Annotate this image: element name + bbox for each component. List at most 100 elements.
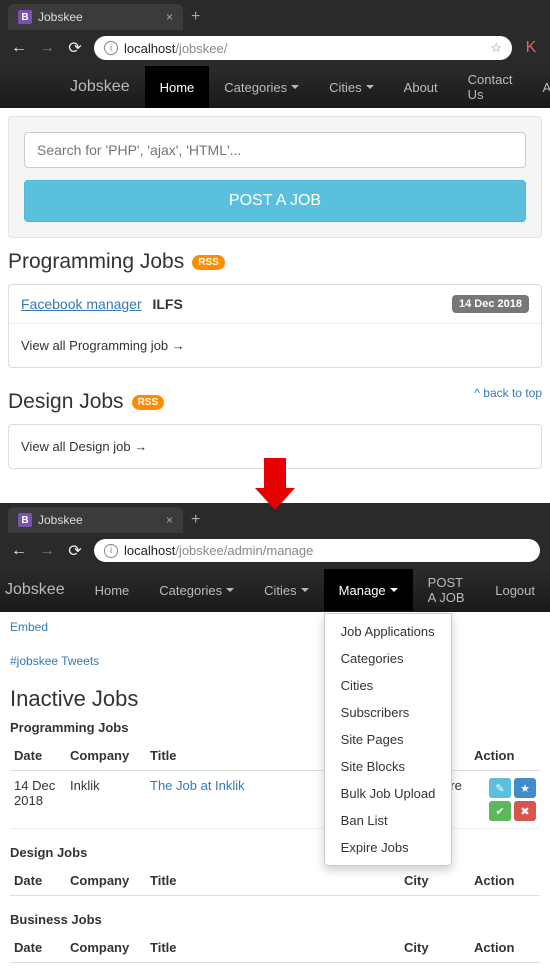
- close-tab-icon[interactable]: ×: [166, 10, 173, 24]
- manage-menu-item[interactable]: Categories: [325, 645, 452, 672]
- favicon: B: [18, 10, 32, 24]
- bookmark-icon[interactable]: ☆: [490, 40, 502, 56]
- cell-company: Inklik: [66, 771, 146, 829]
- tab-title: Jobskee: [38, 10, 83, 24]
- col-company: Company: [66, 866, 146, 896]
- cat-heading-programming: Programming Jobs: [10, 720, 540, 735]
- url-input[interactable]: i localhost/jobskee/admin/manage: [94, 539, 540, 562]
- nav-manage[interactable]: Manage Job ApplicationsCategoriesCitiesS…: [324, 569, 413, 611]
- new-tab-button[interactable]: +: [183, 4, 208, 30]
- browser-tab[interactable]: B Jobskee ×: [8, 4, 183, 30]
- manage-menu-item[interactable]: Ban List: [325, 807, 452, 834]
- manage-menu-item[interactable]: Expire Jobs: [325, 834, 452, 861]
- browser-tab[interactable]: B Jobskee ×: [8, 507, 183, 533]
- col-action: Action: [470, 866, 540, 896]
- col-company: Company: [66, 933, 146, 963]
- nav-contact[interactable]: Contact Us: [453, 66, 528, 108]
- col-title: Title: [146, 933, 400, 963]
- cat-heading-design: Design Jobs: [10, 845, 540, 860]
- design-table: Date Company Title City Action: [10, 866, 540, 896]
- section-title-programming: Programming Jobs RSS: [0, 246, 550, 278]
- post-job-button[interactable]: POST A JOB: [24, 180, 526, 222]
- col-action: Action: [470, 933, 540, 963]
- table-row: 14 Dec 2018 Inklik The Job at Inklik Any…: [10, 771, 540, 829]
- col-action: Action: [470, 741, 540, 771]
- arrow-down-icon: [255, 458, 295, 513]
- manage-menu-item[interactable]: Subscribers: [325, 699, 452, 726]
- cell-title-link[interactable]: The Job at Inklik: [150, 778, 245, 793]
- view-all-link[interactable]: View all Programming job →: [9, 324, 541, 367]
- forward-button[interactable]: →: [38, 39, 56, 57]
- col-date: Date: [10, 866, 66, 896]
- manage-menu-item[interactable]: Site Blocks: [325, 753, 452, 780]
- back-to-top-link[interactable]: ^ back to top: [466, 386, 550, 400]
- reload-button[interactable]: ⟳: [66, 541, 84, 561]
- reload-button[interactable]: ⟳: [66, 38, 84, 58]
- job-row: Facebook manager ILFS 14 Dec 2018: [9, 285, 541, 324]
- url-input[interactable]: i localhost/jobskee/ ☆: [94, 36, 512, 60]
- chevron-down-icon: [291, 85, 299, 89]
- page-title: Inactive Jobs: [10, 686, 540, 712]
- back-button[interactable]: ←: [10, 542, 28, 560]
- address-bar-2: ← → ⟳ i localhost/jobskee/admin/manage: [0, 533, 550, 568]
- business-table: Date Company Title City Action: [10, 933, 540, 963]
- nav-cities[interactable]: Cities: [249, 569, 324, 611]
- cell-date: 14 Dec 2018: [10, 771, 66, 829]
- site-info-icon[interactable]: i: [104, 41, 118, 55]
- nav-home[interactable]: Home: [145, 66, 210, 108]
- new-tab-button[interactable]: +: [183, 507, 208, 533]
- rss-badge[interactable]: RSS: [192, 255, 225, 270]
- manage-menu-item[interactable]: Bulk Job Upload: [325, 780, 452, 807]
- action-buttons: ✎ ★ ✔ ✖: [474, 778, 536, 821]
- close-tab-icon[interactable]: ×: [166, 513, 173, 527]
- programming-table: Date Company Title City Action 14 Dec 20…: [10, 741, 540, 829]
- manage-menu-item[interactable]: Job Applications: [325, 618, 452, 645]
- nav-admin[interactable]: Admin: [527, 66, 550, 108]
- nav-about[interactable]: About: [389, 66, 453, 108]
- table-header-row: Date Company Title City Action: [10, 866, 540, 896]
- search-well: POST A JOB: [8, 116, 542, 238]
- main-navbar: Jobskee Home Categories Cities About Con…: [0, 66, 550, 108]
- nav-logout[interactable]: Logout: [480, 569, 550, 611]
- browser-tabs-bar: B Jobskee × +: [0, 0, 550, 30]
- nav-categories[interactable]: Categories: [144, 569, 249, 611]
- profile-icon[interactable]: K: [522, 39, 540, 57]
- section-title-design: Design Jobs RSS: [0, 386, 172, 418]
- tweets-link[interactable]: #jobskee Tweets: [10, 654, 540, 668]
- col-title: Title: [146, 866, 400, 896]
- tab-title: Jobskee: [38, 513, 83, 527]
- search-input[interactable]: [24, 132, 526, 168]
- star-button[interactable]: ★: [514, 778, 536, 798]
- nav-cities[interactable]: Cities: [314, 66, 389, 108]
- col-company: Company: [66, 741, 146, 771]
- table-header-row: Date Company Title City Action: [10, 933, 540, 963]
- nav-post-job[interactable]: POST A JOB: [413, 569, 481, 611]
- table-header-row: Date Company Title City Action: [10, 741, 540, 771]
- rss-badge[interactable]: RSS: [132, 395, 165, 410]
- approve-button[interactable]: ✔: [489, 801, 511, 821]
- manage-menu-item[interactable]: Site Pages: [325, 726, 452, 753]
- favicon: B: [18, 513, 32, 527]
- nav-categories[interactable]: Categories: [209, 66, 314, 108]
- col-date: Date: [10, 741, 66, 771]
- job-company: ILFS: [152, 296, 182, 312]
- brand[interactable]: Jobskee: [55, 78, 145, 96]
- chevron-down-icon: [226, 588, 234, 592]
- edit-button[interactable]: ✎: [489, 778, 511, 798]
- delete-button[interactable]: ✖: [514, 801, 536, 821]
- brand[interactable]: Jobskee: [0, 581, 80, 599]
- col-city: City: [400, 933, 470, 963]
- back-button[interactable]: ←: [10, 39, 28, 57]
- manage-dropdown: Job ApplicationsCategoriesCitiesSubscrib…: [324, 613, 453, 866]
- job-link[interactable]: Facebook manager: [21, 296, 142, 312]
- url-path: /jobskee/admin/manage: [175, 543, 313, 558]
- url-path: /jobskee/: [175, 41, 227, 56]
- site-info-icon[interactable]: i: [104, 544, 118, 558]
- col-date: Date: [10, 933, 66, 963]
- cat-heading-business: Business Jobs: [10, 912, 540, 927]
- embed-link[interactable]: Embed: [10, 620, 540, 634]
- manage-menu-item[interactable]: Cities: [325, 672, 452, 699]
- chevron-down-icon: [301, 588, 309, 592]
- forward-button[interactable]: →: [38, 542, 56, 560]
- nav-home[interactable]: Home: [80, 569, 145, 611]
